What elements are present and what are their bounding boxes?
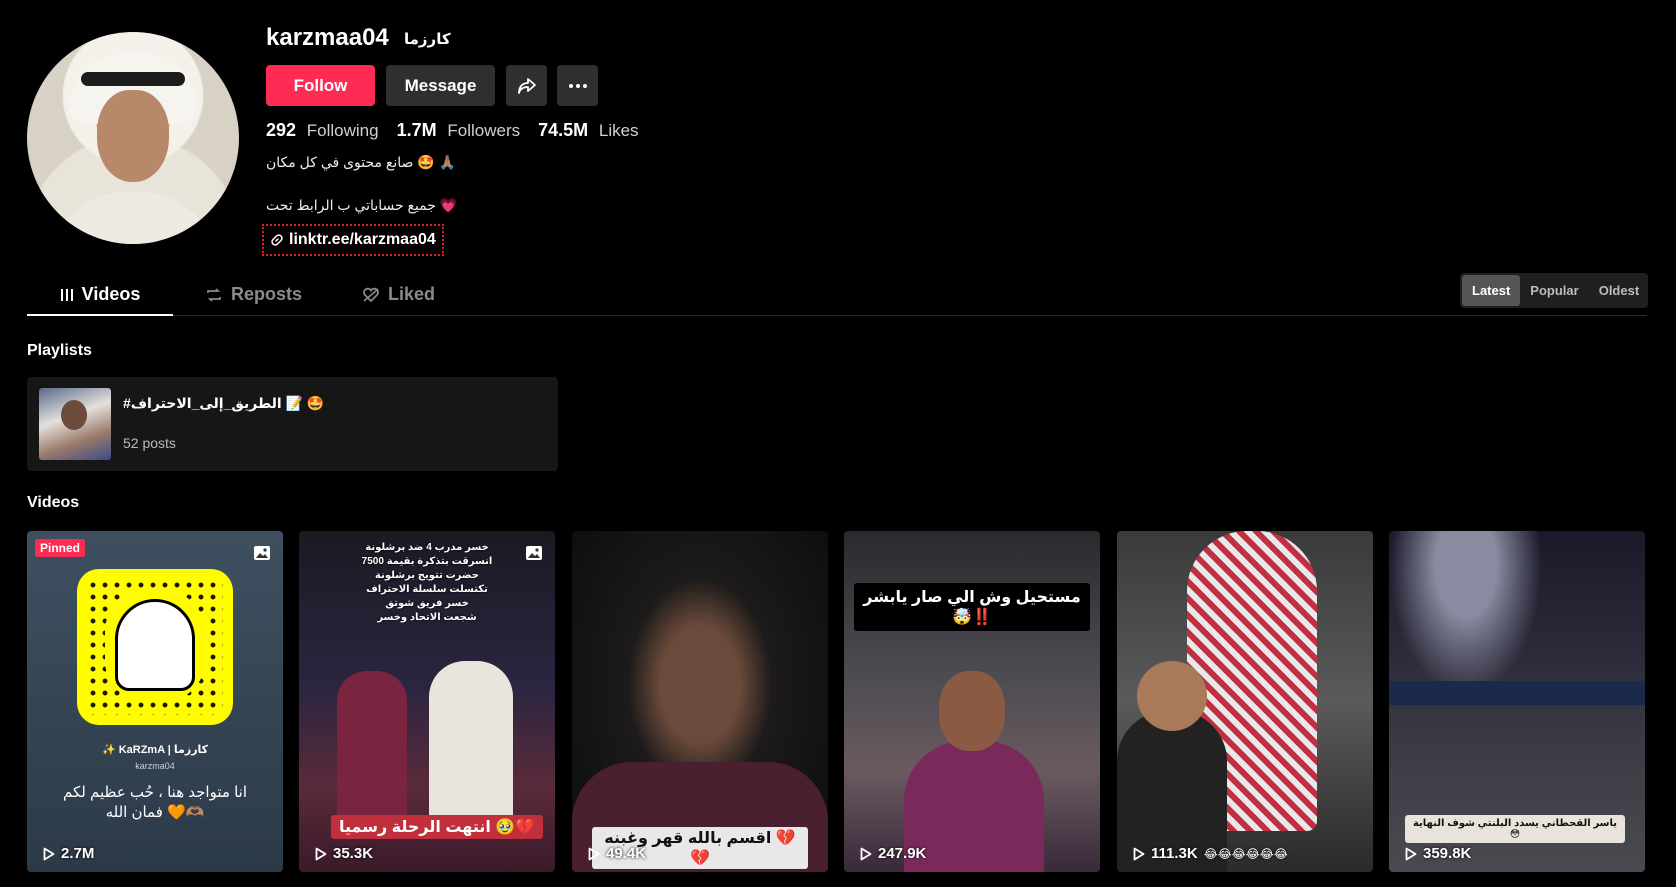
video-view-count: 49.4K: [588, 845, 646, 862]
video-view-count: 111.3K 😂😂😂😂😂😂: [1133, 845, 1288, 862]
tab-reposts-label: Reposts: [231, 284, 303, 304]
playlists-heading: Playlists: [27, 342, 92, 359]
snapchat-ghost-icon: [115, 599, 195, 691]
video-views: 49.4K: [606, 845, 647, 862]
profile-bio-line2: جميع حساباتي ب الرابط تحت 💗: [266, 197, 458, 213]
play-icon: [1405, 847, 1417, 860]
stat-followers-value: 1.7M: [396, 120, 437, 140]
video-view-count: 247.9K: [860, 845, 926, 862]
play-icon: [588, 847, 600, 860]
share-icon: [517, 77, 536, 94]
share-button[interactable]: [506, 65, 547, 106]
video-view-count: 2.7M: [43, 845, 94, 862]
more-icon: [568, 83, 587, 88]
video-views: 35.3K: [333, 845, 374, 862]
video-caption: ياسر القحطاني يسدد البلنتي شوف النهاية 😳: [1405, 815, 1625, 843]
person-face: [1137, 661, 1207, 731]
tab-liked-label: Liked: [388, 284, 436, 304]
video-view-count: 359.8K: [1405, 845, 1471, 862]
play-icon: [1133, 847, 1145, 860]
video-card[interactable]: خسر مدرب 4 ضد برشلونة انسرقت بتذكرة بقيم…: [299, 531, 555, 872]
video-caption: 😂😂😂😂😂😂: [1203, 846, 1288, 861]
video-subhandle: karzma04: [135, 761, 175, 771]
tab-videos-label: Videos: [81, 284, 141, 304]
video-caption: انا متواجد هنا ، حُب عظيم لكم فمان الله …: [63, 784, 247, 821]
avatar-body: [47, 192, 219, 244]
snapcode-image: [77, 569, 233, 725]
playlist-post-count: 52 posts: [123, 435, 176, 451]
pinned-badge: Pinned: [35, 539, 86, 557]
stat-following[interactable]: 292 Following: [266, 120, 379, 141]
avatar-face: [97, 90, 169, 182]
person-figure: [429, 661, 513, 831]
person-face: [939, 671, 1005, 751]
video-views: 359.8K: [1423, 845, 1472, 862]
playlist-name: #الطريق_إلى_الاحتراف 📝 🤩: [123, 395, 325, 411]
photo-icon: [254, 546, 270, 560]
video-card[interactable]: 111.3K 😂😂😂😂😂😂: [1117, 531, 1373, 872]
profile-avatar[interactable]: [27, 32, 239, 244]
avatar-agal: [81, 72, 185, 86]
grid-icon: [60, 289, 73, 301]
link-icon: [271, 234, 283, 246]
video-card[interactable]: ✨ KaRZmA | كارزما karzma04 انا متواجد هن…: [27, 531, 283, 872]
stat-likes-label: Likes: [598, 121, 639, 140]
profile-username: karzmaa04: [266, 24, 389, 51]
liked-hidden-icon: [363, 287, 379, 303]
profile-nickname: كارزما: [404, 31, 451, 48]
video-handle: ✨ KaRZmA | كارزما: [101, 744, 209, 756]
play-icon: [860, 847, 872, 860]
more-options-button[interactable]: [557, 65, 598, 106]
video-views: 111.3K: [1151, 845, 1198, 862]
tab-reposts[interactable]: Reposts: [205, 275, 325, 316]
video-card[interactable]: اقسم بالله قهر وغبنه 💔💔 49.4K: [572, 531, 828, 872]
stat-followers-label: Followers: [447, 121, 521, 140]
playlist-card[interactable]: #الطريق_إلى_الاحتراف 📝 🤩 52 posts: [27, 377, 558, 471]
play-icon: [43, 847, 55, 860]
videos-heading: Videos: [27, 494, 80, 511]
profile-bio-line1: صانع محتوى في كل مكان 🤩 🙏🏽: [266, 154, 457, 170]
video-card[interactable]: ياسر القحطاني يسدد البلنتي شوف النهاية 😳…: [1389, 531, 1645, 872]
video-caption: مستحيل وش الي صار يابشر 🤯‼️: [854, 583, 1090, 631]
video-views: 247.9K: [878, 845, 927, 862]
tab-videos[interactable]: Videos: [27, 275, 173, 316]
video-views: 2.7M: [61, 845, 95, 862]
play-icon: [315, 847, 327, 860]
playlist-thumbnail: [39, 388, 111, 460]
stat-following-label: Following: [306, 121, 379, 140]
profile-link[interactable]: linktr.ee/karzmaa04: [262, 224, 444, 256]
profile-tabs: Videos Reposts Liked: [27, 275, 1647, 316]
profile-link-text: linktr.ee/karzmaa04: [289, 231, 436, 248]
sort-popular[interactable]: Popular: [1520, 275, 1588, 306]
stat-likes-value: 74.5M: [538, 120, 589, 140]
person-figure: [337, 671, 407, 821]
video-caption: انتهت الرحلة رسميا 🥹💔: [331, 815, 544, 839]
photo-icon: [526, 546, 542, 560]
stat-likes: 74.5M Likes: [538, 120, 638, 141]
video-view-count: 35.3K: [315, 845, 373, 862]
follow-button[interactable]: Follow: [266, 65, 375, 106]
stat-following-value: 292: [266, 120, 297, 140]
sort-latest[interactable]: Latest: [1462, 275, 1521, 306]
repost-icon: [207, 288, 221, 302]
tab-liked[interactable]: Liked: [362, 275, 462, 316]
sort-oldest[interactable]: Oldest: [1589, 275, 1649, 306]
stadium-board: [1389, 681, 1645, 705]
video-top-text: خسر مدرب 4 ضد برشلونة انسرقت بتذكرة بقيم…: [361, 542, 493, 623]
message-button[interactable]: Message: [386, 65, 495, 106]
video-card[interactable]: مستحيل وش الي صار يابشر 🤯‼️ 247.9K: [844, 531, 1100, 872]
stat-followers[interactable]: 1.7M Followers: [397, 120, 521, 141]
profile-stats: 292 Following 1.7M Followers 74.5M Likes: [266, 120, 639, 141]
sort-toggle: Latest Popular Oldest: [1460, 273, 1648, 308]
